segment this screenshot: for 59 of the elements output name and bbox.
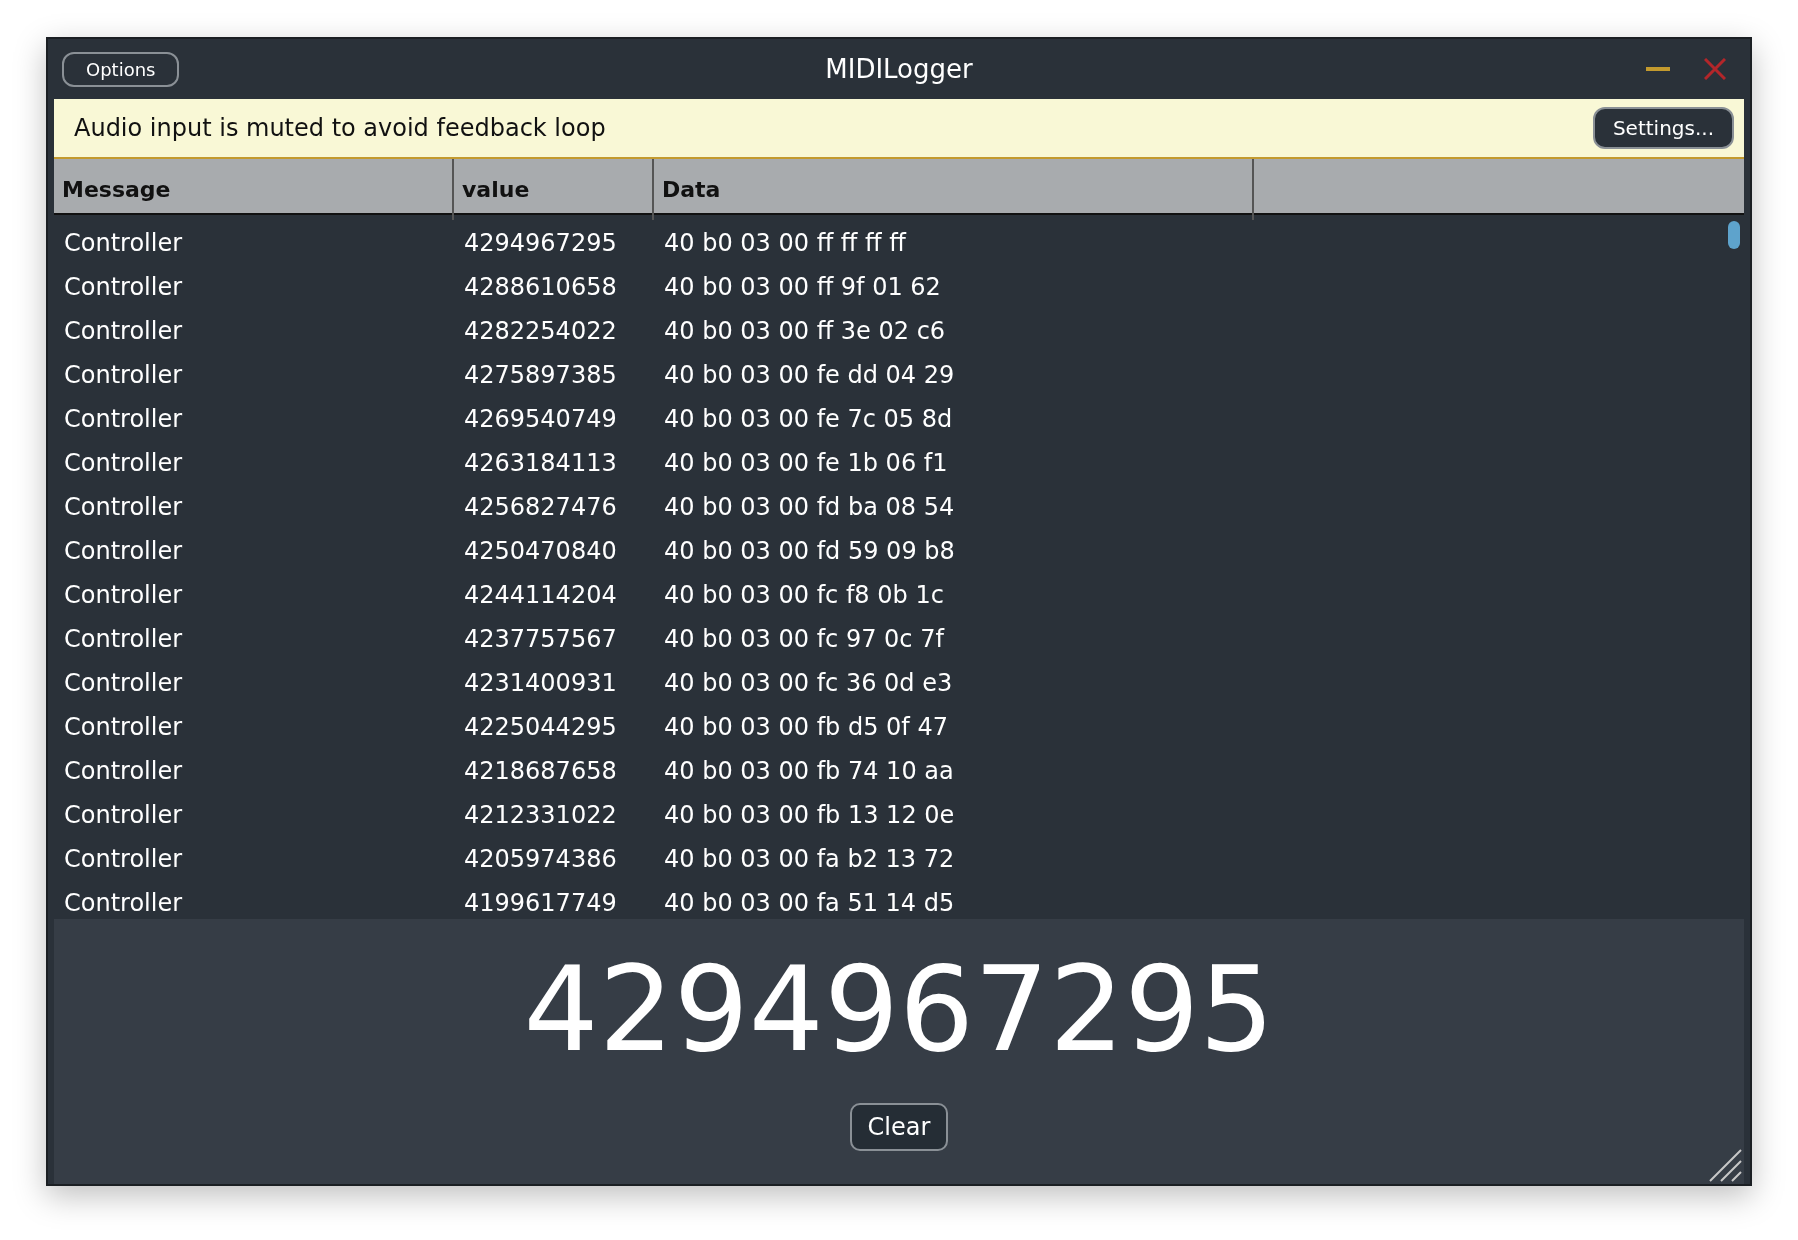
table-cell-text: Controller [63, 756, 184, 787]
table-cell-text: 4250470840 [463, 536, 618, 567]
table-cell-text: 40 b0 03 00 ff 9f 01 62 [663, 272, 942, 303]
table-cell-text: Controller [63, 272, 184, 303]
table-cell-text: 40 b0 03 00 fc 97 0c 7f [663, 624, 946, 655]
table-cell-text: 4244114204 [463, 580, 618, 611]
table-cell-text: 40 b0 03 00 fe 7c 05 8d [663, 404, 954, 435]
table-cell-text: 40 b0 03 00 fa b2 13 72 [663, 844, 956, 875]
table-cell-text: 40 b0 03 00 ff ff ff ff [663, 228, 908, 259]
table-cell-text: 40 b0 03 00 fb d5 0f 47 [663, 712, 949, 743]
table-cell-text: 40 b0 03 00 fb 74 10 aa [663, 756, 955, 787]
table-cell-text: 40 b0 03 00 fc f8 0b 1c [663, 580, 945, 611]
table-cell-text: Controller [63, 228, 184, 259]
scrollbar-thumb[interactable] [1728, 221, 1740, 249]
table-cell-text: 4256827476 [463, 492, 618, 523]
options-button[interactable]: Options [62, 51, 180, 87]
resize-grip-icon[interactable] [1708, 1148, 1742, 1182]
column-header[interactable]: value [454, 159, 654, 220]
table-cell-text: 4263184113 [463, 448, 618, 479]
table-cell-text: 4237757567 [463, 624, 618, 655]
table-cell-text: Controller [63, 580, 184, 611]
table-cell-text: Controller [63, 360, 184, 391]
table-cell-text: Controller [63, 404, 184, 435]
table-cell-text: Controller [63, 800, 184, 831]
window-title: MIDILogger [825, 53, 973, 84]
clear-button[interactable]: Clear [849, 1102, 949, 1151]
table-cell-text: 40 b0 03 00 ff 3e 02 c6 [663, 316, 947, 347]
table-cell-text: 4205974386 [463, 844, 618, 875]
table-cell-text: Controller [63, 492, 184, 523]
table-cell-text: Controller [63, 316, 184, 347]
table-cell-text: 4225044295 [463, 712, 618, 743]
table-cell-text: 4199617749 [463, 888, 618, 919]
table-cell-text: 40 b0 03 00 fe dd 04 29 [663, 360, 956, 391]
table-cell-text: 4275897385 [463, 360, 618, 391]
table-cell-text: 40 b0 03 00 fa 51 14 d5 [663, 888, 956, 919]
table-cell-text: Controller [63, 448, 184, 479]
column-header[interactable]: Message [54, 159, 454, 220]
table-cell-text: Controller [63, 712, 184, 743]
table-cell-text: Controller [63, 536, 184, 567]
table-cell-text: Controller [63, 888, 184, 919]
table-cell-text: Controller [63, 668, 184, 699]
table-cell-text: 4294967295 [463, 228, 618, 259]
table-cell-text: 4269540749 [463, 404, 618, 435]
table-cell-text: 4212331022 [463, 800, 618, 831]
table-cell-text: 40 b0 03 00 fd 59 09 b8 [663, 536, 956, 567]
table-cell-text: Controller [63, 624, 184, 655]
table-cell-text: 4288610658 [463, 272, 618, 303]
table-cell-text: Controller [63, 844, 184, 875]
table-cell-text: 40 b0 03 00 fb 13 12 0e [663, 800, 956, 831]
value-display: 4294967295 [523, 939, 1275, 1080]
settings-button[interactable]: Settings... [1592, 107, 1734, 149]
table-cell-text: 40 b0 03 00 fc 36 0d e3 [663, 668, 954, 699]
column-header[interactable]: Data [654, 159, 1254, 220]
table-cell-text: 4231400931 [463, 668, 618, 699]
table-cell-text: 40 b0 03 00 fe 1b 06 f1 [663, 448, 949, 479]
banner-message: Audio input is muted to avoid feedback loop [74, 113, 606, 144]
table-cell-text: 4218687658 [463, 756, 618, 787]
table-cell-text: 4282254022 [463, 316, 618, 347]
table-cell-text: 40 b0 03 00 fd ba 08 54 [663, 492, 956, 523]
